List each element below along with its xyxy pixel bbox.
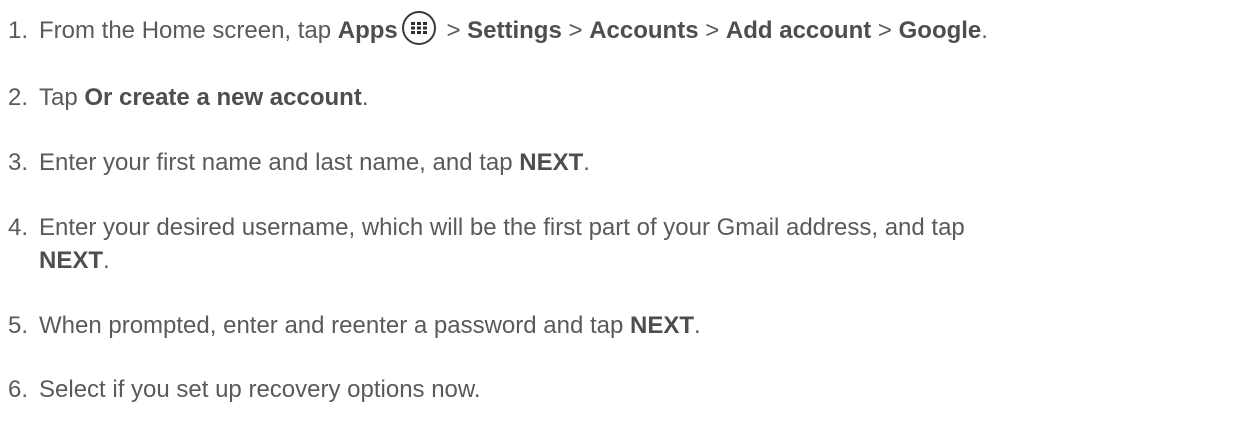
punctuation: . xyxy=(361,84,369,111)
punctuation: . xyxy=(103,247,110,274)
step-number: 2. xyxy=(8,84,29,111)
google-label: Google xyxy=(898,17,982,44)
apps-label: Apps xyxy=(337,17,398,44)
next-label: NEXT xyxy=(519,149,584,176)
separator: > xyxy=(871,17,899,44)
punctuation: . xyxy=(981,17,988,44)
create-account-label: Or create a new account xyxy=(84,84,362,111)
step-number: 3. xyxy=(8,149,29,176)
step-text: Enter your desired username, which will … xyxy=(39,214,965,241)
step-text: Select if you set up recovery options no… xyxy=(39,376,481,403)
step-number: 4. xyxy=(8,214,29,241)
step-text: Tap xyxy=(39,84,85,111)
apps-grid-icon xyxy=(401,10,436,45)
separator: > xyxy=(439,17,468,44)
next-label: NEXT xyxy=(630,312,695,339)
step-2: 2. Tap Or create a new account. xyxy=(8,81,1228,114)
accounts-label: Accounts xyxy=(589,17,699,44)
step-text: From the Home screen, tap xyxy=(39,17,338,44)
punctuation: . xyxy=(583,149,590,176)
step-5: 5. When prompted, enter and reenter a pas… xyxy=(8,309,1228,342)
step-text: Enter your first name and last name, and… xyxy=(39,149,520,176)
next-label: NEXT xyxy=(39,247,104,274)
step-4: 4. Enter your desired username, which wil… xyxy=(8,211,1228,277)
step-3: 3. Enter your first name and last name, a… xyxy=(8,146,1228,179)
step-6: 6. Select if you set up recovery options … xyxy=(8,373,1228,406)
step-number: 1. xyxy=(8,17,29,44)
punctuation: . xyxy=(694,312,701,339)
settings-label: Settings xyxy=(467,17,562,44)
add-account-label: Add account xyxy=(725,17,872,44)
separator: > xyxy=(561,17,590,44)
separator: > xyxy=(698,17,726,44)
step-1: 1. From the Home screen, tap Apps > Setti… xyxy=(8,10,1228,49)
step-number: 5. xyxy=(8,312,29,339)
step-number: 6. xyxy=(8,376,29,403)
step-text: When prompted, enter and reenter a passw… xyxy=(39,312,631,339)
